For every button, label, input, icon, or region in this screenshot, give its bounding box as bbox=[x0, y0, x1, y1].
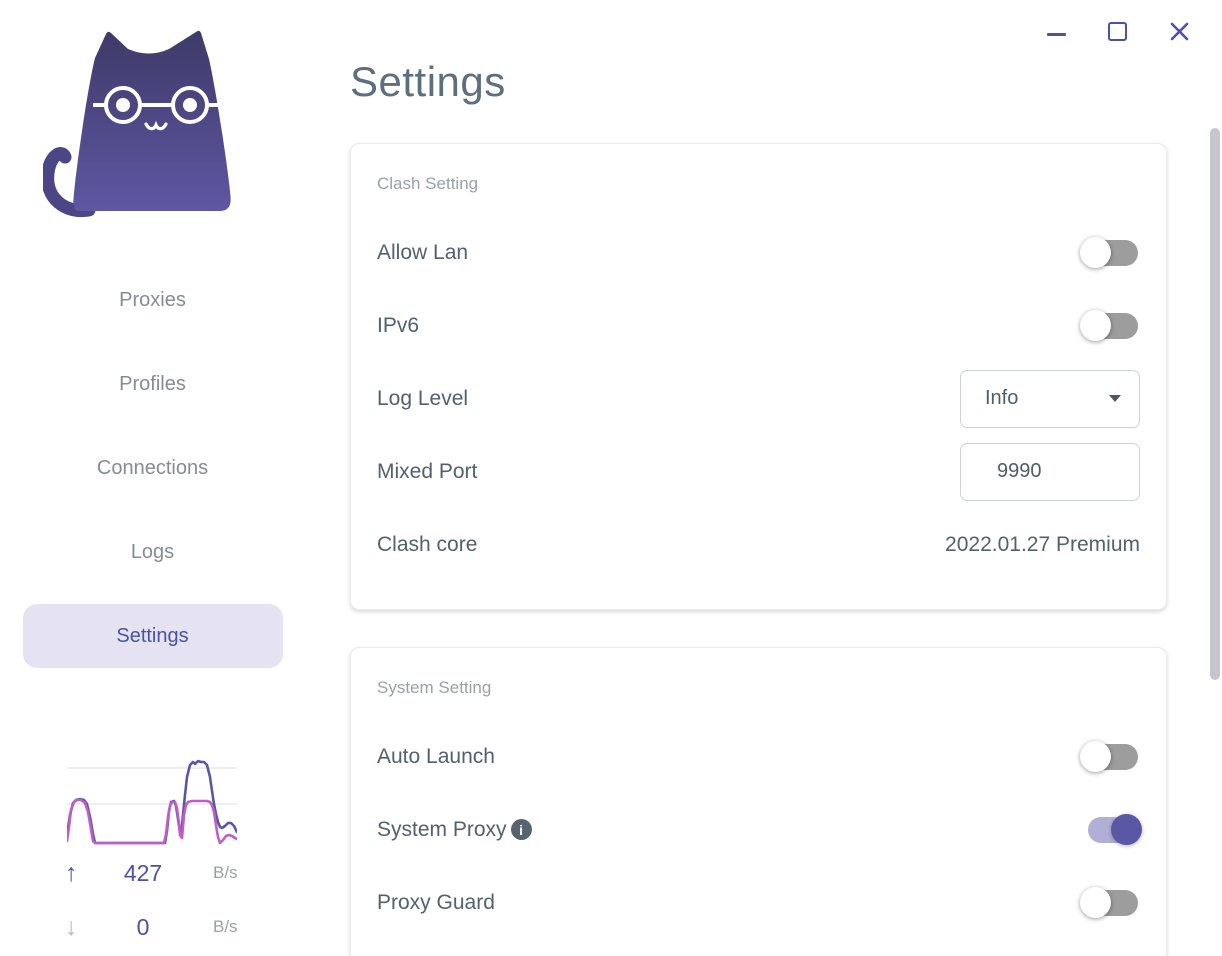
traffic-graph bbox=[67, 759, 237, 845]
row-label: Auto Launch bbox=[377, 744, 495, 768]
info-icon[interactable]: i bbox=[510, 819, 532, 840]
card-heading: Clash Setting bbox=[377, 174, 479, 193]
row-log-level: Log Level Info bbox=[377, 362, 1140, 435]
row-label: System Proxy bbox=[377, 817, 507, 841]
mixed-port-input[interactable] bbox=[960, 442, 1140, 501]
proxy-guard-toggle[interactable] bbox=[1080, 886, 1140, 919]
sidebar: Proxies Profiles Connections Logs Settings ↑… bbox=[0, 0, 310, 956]
maximize-button[interactable] bbox=[1108, 21, 1127, 41]
settings-cards: Clash Setting Allow Lan IPv6 Log Level Info M… bbox=[350, 143, 1167, 956]
toggle-knob bbox=[1111, 813, 1142, 845]
minimize-icon bbox=[1047, 32, 1066, 36]
sidebar-item-proxies[interactable]: Proxies bbox=[23, 268, 283, 332]
row-mixed-port: Mixed Port bbox=[377, 435, 1140, 508]
upload-speed-row: ↑ 427 B/s bbox=[65, 858, 265, 888]
card-clash-setting: Clash Setting Allow Lan IPv6 Log Level Info M… bbox=[350, 143, 1167, 610]
row-label: Allow Lan bbox=[377, 240, 469, 264]
close-button[interactable] bbox=[1169, 21, 1190, 42]
download-speed-row: ↓ 0 B/s bbox=[65, 912, 265, 942]
download-speed-unit: B/s bbox=[213, 917, 238, 936]
row-label: Proxy Guard bbox=[377, 890, 495, 914]
sidebar-item-settings[interactable]: Settings bbox=[22, 604, 283, 668]
toggle-knob bbox=[1080, 236, 1111, 268]
row-label-wrap: Clash core bbox=[377, 533, 477, 557]
toggle-knob bbox=[1080, 886, 1111, 918]
row-label-wrap: Allow Lan bbox=[377, 241, 468, 265]
row-label: Clash core bbox=[377, 532, 478, 556]
upload-speed-value: 427 bbox=[123, 859, 163, 886]
row-allow-lan: Allow Lan bbox=[377, 216, 1140, 289]
row-system-proxy: System Proxy i bbox=[377, 793, 1142, 866]
window-controls bbox=[1047, 18, 1190, 44]
sidebar-item-logs[interactable]: Logs bbox=[23, 520, 283, 584]
row-label-wrap: Mixed Port bbox=[377, 460, 477, 484]
sidebar-item-connections[interactable]: Connections bbox=[23, 436, 283, 500]
toggle-knob bbox=[1080, 740, 1111, 772]
allow-lan-toggle[interactable] bbox=[1080, 236, 1140, 269]
row-label-wrap: IPv6 bbox=[377, 314, 419, 338]
toggle-knob bbox=[1080, 309, 1111, 341]
traffic-panel: ↑ 427 B/s ↓ 0 B/s bbox=[0, 748, 305, 956]
close-icon bbox=[1170, 22, 1189, 40]
row-ipv6: IPv6 bbox=[377, 289, 1140, 362]
upload-arrow-icon: ↑ bbox=[65, 858, 78, 887]
minimize-button[interactable] bbox=[1047, 27, 1066, 36]
row-clash-core: Clash core 2022.01.27 Premium bbox=[377, 508, 1140, 581]
row-label-wrap: Proxy Guard bbox=[377, 891, 495, 915]
row-label: Mixed Port bbox=[377, 459, 478, 483]
log-level-select[interactable]: Info bbox=[960, 369, 1140, 428]
select-value: Info bbox=[985, 387, 1019, 409]
row-value: 2022.01.27 Premium bbox=[945, 532, 1140, 556]
chevron-down-icon bbox=[1109, 395, 1121, 402]
scrollbar-thumb[interactable] bbox=[1210, 128, 1220, 680]
download-speed-value: 0 bbox=[136, 913, 150, 940]
row-auto-launch: Auto Launch bbox=[377, 720, 1140, 793]
cat-eye-right bbox=[183, 98, 197, 112]
download-arrow-icon: ↓ bbox=[65, 912, 78, 941]
row-label-wrap: Auto Launch bbox=[377, 745, 495, 769]
cat-eye-left bbox=[116, 98, 130, 112]
system-proxy-toggle[interactable] bbox=[1080, 813, 1142, 846]
clash-cat-logo bbox=[43, 30, 231, 218]
upload-speed-unit: B/s bbox=[213, 863, 238, 882]
sidebar-item-profiles[interactable]: Profiles bbox=[23, 352, 283, 416]
card-system-setting: System Setting Auto Launch System Proxy i Pr… bbox=[350, 647, 1167, 956]
page-title: Settings bbox=[350, 58, 506, 105]
cat-body bbox=[73, 30, 231, 211]
download-line bbox=[67, 798, 237, 845]
maximize-icon bbox=[1108, 21, 1127, 41]
card-heading: System Setting bbox=[377, 678, 492, 697]
sidebar-nav: Proxies Profiles Connections Logs Settings bbox=[0, 268, 305, 688]
row-proxy-guard: Proxy Guard bbox=[377, 866, 1140, 939]
row-label: IPv6 bbox=[377, 313, 420, 337]
row-label-wrap: Log Level bbox=[377, 387, 468, 411]
auto-launch-toggle[interactable] bbox=[1080, 740, 1140, 773]
row-label: Log Level bbox=[377, 386, 469, 410]
ipv6-toggle[interactable] bbox=[1080, 309, 1140, 342]
app-window: Proxies Profiles Connections Logs Settings ↑… bbox=[0, 0, 1222, 956]
row-label-wrap: System Proxy i bbox=[377, 818, 532, 842]
